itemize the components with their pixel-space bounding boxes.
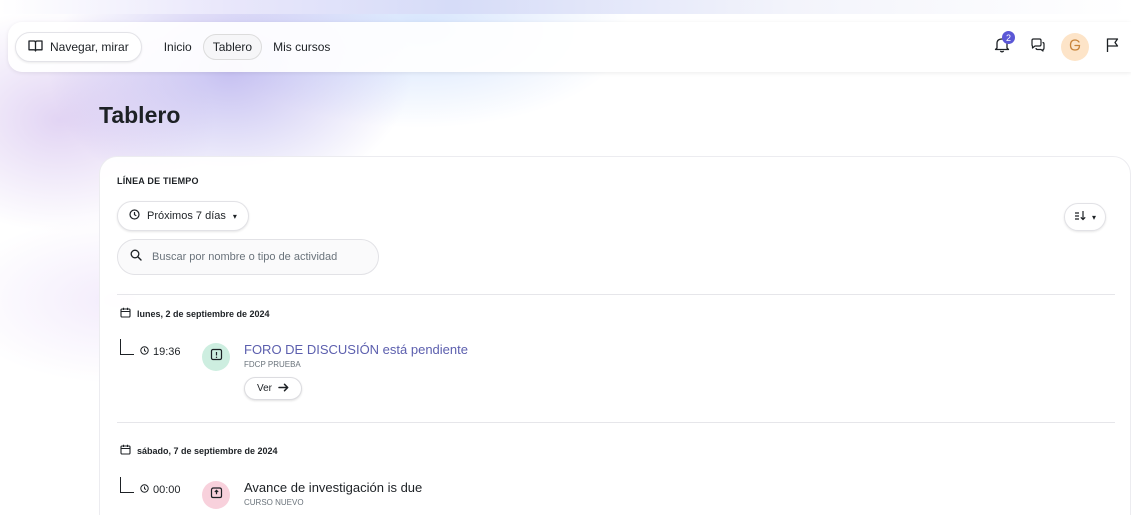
search-icon <box>130 248 142 266</box>
browse-label: Navegar, mirar <box>50 40 129 54</box>
browse-button[interactable]: Navegar, mirar <box>15 32 142 62</box>
calendar-icon <box>120 444 131 457</box>
nav-actions: 2 <box>989 22 1131 72</box>
sort-icon <box>1074 210 1087 224</box>
event-time-label: 00:00 <box>153 484 181 496</box>
activity-search <box>117 239 379 275</box>
main-nav: Inicio Tablero Mis cursos <box>156 34 339 60</box>
timeline-event: 19:36 FORO DE DISCUSIÓN está pendiente F… <box>120 339 468 400</box>
divider <box>117 422 1115 423</box>
date-range-label: Próximos 7 días <box>147 210 226 222</box>
nav-link-mis-cursos[interactable]: Mis cursos <box>265 34 338 60</box>
flag-button[interactable] <box>1099 34 1125 60</box>
date-label: lunes, 2 de septiembre de 2024 <box>137 308 270 319</box>
date-label: sábado, 7 de septiembre de 2024 <box>137 445 278 456</box>
event-title-link[interactable]: Avance de investigación is due <box>244 480 422 495</box>
event-time-label: 19:36 <box>153 346 181 358</box>
forum-icon <box>210 348 223 366</box>
event-course: FDCP PRUEBA <box>244 360 301 369</box>
clock-icon <box>129 209 140 223</box>
chat-icon <box>1030 37 1046 58</box>
nav-link-inicio[interactable]: Inicio <box>156 34 200 60</box>
date-heading: sábado, 7 de septiembre de 2024 <box>120 444 278 457</box>
sort-dropdown[interactable]: ▾ <box>1064 203 1107 231</box>
chevron-down-icon: ▾ <box>1092 212 1097 222</box>
date-heading: lunes, 2 de septiembre de 2024 <box>120 307 270 320</box>
tree-connector <box>120 477 134 493</box>
tree-connector <box>120 339 134 355</box>
assignment-icon <box>210 486 223 504</box>
timeline-section-label: LÍNEA DE TIEMPO <box>117 176 199 186</box>
view-button-label: Ver <box>257 383 273 394</box>
clock-icon <box>140 484 149 496</box>
clock-icon <box>140 346 149 358</box>
chevron-down-icon: ▾ <box>232 211 237 221</box>
user-avatar-icon <box>1068 38 1082 57</box>
user-avatar[interactable] <box>1061 33 1089 61</box>
divider <box>117 294 1115 295</box>
event-time: 00:00 <box>140 484 190 496</box>
notification-badge: 2 <box>1002 31 1015 44</box>
activity-icon <box>202 343 230 371</box>
activity-icon <box>202 481 230 509</box>
messages-button[interactable] <box>1025 34 1051 60</box>
timeline-event: 00:00 Avance de investigación is due CUR… <box>120 477 422 509</box>
date-range-dropdown[interactable]: Próximos 7 días ▾ <box>117 201 249 231</box>
top-strip <box>0 0 1131 14</box>
timeline-card: LÍNEA DE TIEMPO Próximos 7 días ▾ ▾ lune… <box>99 156 1131 515</box>
view-button[interactable]: Ver <box>244 377 303 400</box>
notifications-button[interactable]: 2 <box>989 31 1015 60</box>
event-course: CURSO NUEVO <box>244 498 304 507</box>
calendar-icon <box>120 307 131 320</box>
search-input[interactable] <box>152 251 372 263</box>
event-title-link[interactable]: FORO DE DISCUSIÓN está pendiente <box>244 342 468 357</box>
nav-link-tablero[interactable]: Tablero <box>202 34 263 60</box>
book-open-icon <box>28 39 43 55</box>
page-title: Tablero <box>99 102 181 128</box>
arrow-right-icon <box>278 383 289 395</box>
top-navbar: Navegar, mirar Inicio Tablero Mis cursos… <box>8 22 1131 72</box>
flag-icon <box>1105 37 1120 58</box>
event-time: 19:36 <box>140 346 190 358</box>
